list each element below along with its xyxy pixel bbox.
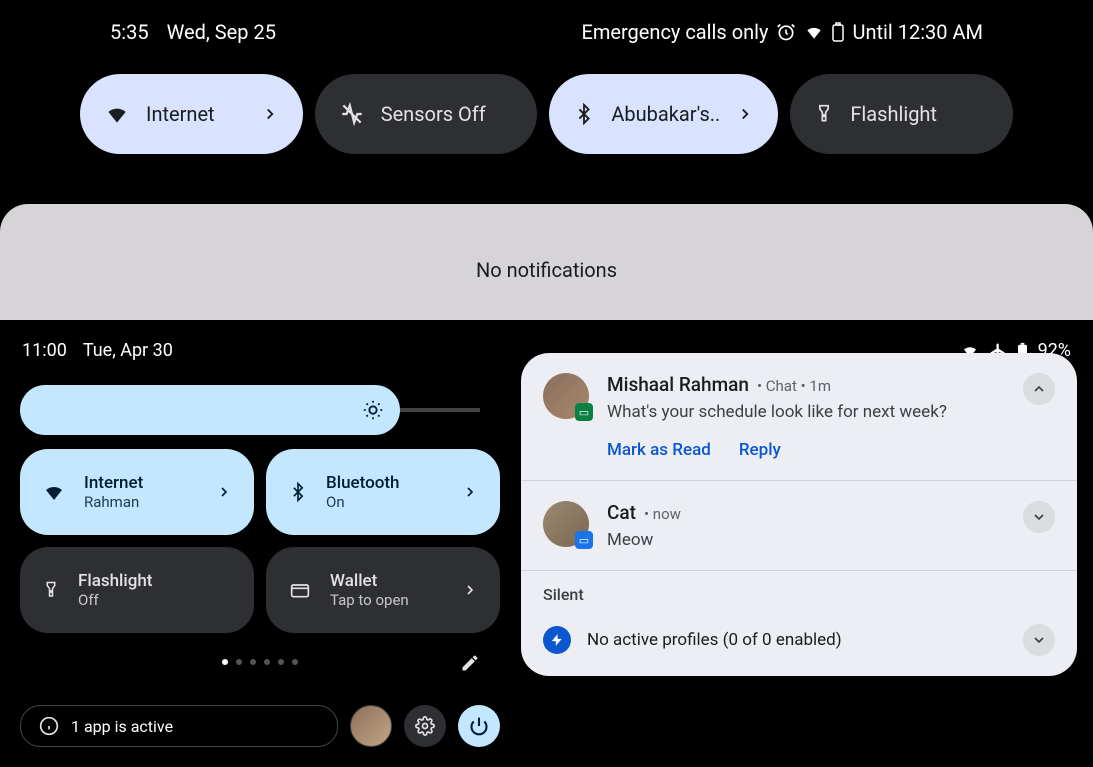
profiles-text: No active profiles (0 of 0 enabled) [587,630,1007,650]
flashlight-icon [42,578,60,602]
silent-section-label: Silent [521,571,1077,614]
alarm-icon [776,22,796,42]
settings-button[interactable] [404,705,446,747]
chevron-down-icon [1031,632,1047,648]
qs-tile-title: Wallet [330,571,409,591]
battery-icon [832,22,844,42]
expand-button[interactable] [1023,501,1055,533]
notification-sender: Cat [607,501,636,524]
chevron-right-icon [736,105,754,123]
chevron-right-icon [462,484,478,500]
messages-badge-icon: ▭ [575,531,593,549]
user-avatar[interactable] [350,705,392,747]
no-notifications-panel: No notifications [0,204,1093,320]
bluetooth-icon [573,101,595,127]
notification-meta: • Chat • 1m [757,377,831,395]
qs-tile-subtitle: On [326,493,400,511]
qs-tile-wallet[interactable]: Wallet Tap to open [266,547,500,633]
qs-tile-subtitle: Off [78,591,152,609]
notification-meta: • now [644,505,681,523]
chevron-down-icon [1031,509,1047,525]
emergency-text: Emergency calls only [581,20,768,44]
wifi-icon [42,480,66,504]
qs-tile-internet[interactable]: Internet [80,74,303,154]
bluetooth-icon [288,480,308,504]
notification-text: Meow [607,530,1005,550]
edit-icon[interactable] [460,653,480,673]
qs-tile-subtitle: Tap to open [330,591,409,609]
qs-tile-bluetooth[interactable]: Abubakar's.. [549,74,778,154]
qs-tile-sensors[interactable]: Sensors Off [315,74,538,154]
status-date: Wed, Sep 25 [167,20,276,44]
gear-icon [415,716,435,736]
qs-tile-title: Internet [84,473,143,493]
reply-button[interactable]: Reply [739,440,781,460]
notification-item[interactable]: ▭ Mishaal Rahman • Chat • 1m What's your… [521,353,1077,481]
chevron-right-icon [462,582,478,598]
qs-tile-internet[interactable]: Internet Rahman [20,449,254,535]
chat-badge-icon: ▭ [575,403,593,421]
until-text: Until 12:30 AM [852,20,983,44]
status-time: 11:00 [22,340,67,361]
brightness-slider[interactable] [20,385,500,435]
qs-tile-label: Flashlight [850,102,937,126]
qs-tile-label: Internet [146,102,215,126]
qs-tile-label: Sensors Off [381,102,486,126]
chevron-up-icon [1031,381,1047,397]
power-icon [469,716,489,736]
page-indicator [0,659,520,665]
collapse-button[interactable] [1023,373,1055,405]
avatar: ▭ [543,373,589,419]
qs-tile-flashlight[interactable]: Flashlight [790,74,1013,154]
qs-tile-title: Bluetooth [326,473,400,493]
notification-sender: Mishaal Rahman [607,373,749,396]
status-time: 5:35 [110,20,149,44]
sensors-icon [339,101,365,127]
info-icon [39,716,59,736]
active-apps-text: 1 app is active [71,717,173,736]
expand-button[interactable] [1023,624,1055,656]
profiles-row[interactable]: No active profiles (0 of 0 enabled) [521,614,1077,676]
brightness-icon [362,399,384,421]
qs-tile-label: Abubakar's.. [611,102,720,126]
notification-panel: ▭ Mishaal Rahman • Chat • 1m What's your… [521,353,1077,676]
qs-tile-bluetooth[interactable]: Bluetooth On [266,449,500,535]
status-date: Tue, Apr 30 [83,340,173,361]
notification-text: What's your schedule look like for next … [607,402,1005,422]
qs-tile-flashlight[interactable]: Flashlight Off [20,547,254,633]
active-apps-button[interactable]: 1 app is active [20,705,338,747]
no-notifications-text: No notifications [476,258,617,282]
notification-item[interactable]: ▭ Cat • now Meow [521,481,1077,571]
avatar: ▭ [543,501,589,547]
qs-tile-title: Flashlight [78,571,152,591]
chevron-right-icon [261,105,279,123]
mark-read-button[interactable]: Mark as Read [607,440,711,460]
power-button[interactable] [458,705,500,747]
flashlight-icon [814,101,834,127]
bolt-icon [543,626,571,654]
wifi-icon [804,22,824,42]
qs-tile-subtitle: Rahman [84,493,143,511]
wallet-icon [288,580,312,600]
wifi-icon [104,101,130,127]
chevron-right-icon [216,484,232,500]
